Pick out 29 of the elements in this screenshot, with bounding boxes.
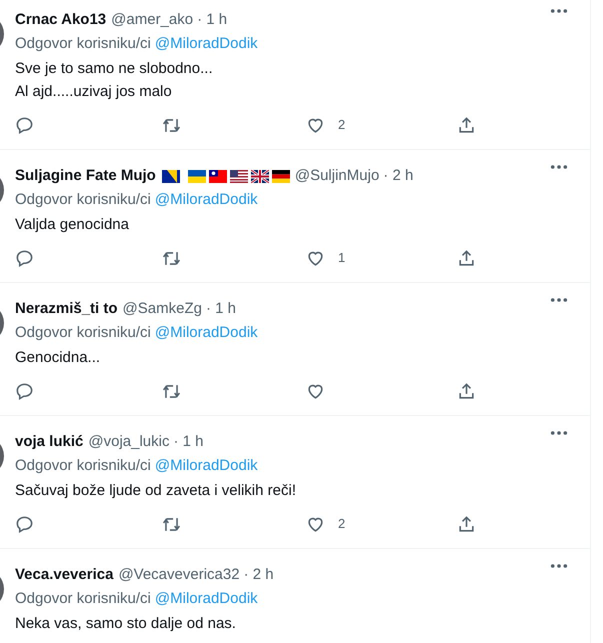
reply-label: Odgovor korisniku/ci xyxy=(15,190,151,210)
reply-label: Odgovor korisniku/ci xyxy=(15,589,151,609)
tweet-text: Al ajd.....uzivaj jos malo xyxy=(15,82,173,102)
like-count: 2 xyxy=(338,515,346,534)
user-handle[interactable]: @Vecaveverica32 xyxy=(118,565,240,585)
user-handle[interactable]: @SamkeZg xyxy=(122,299,202,319)
user-name[interactable]: voja lukić xyxy=(15,432,84,452)
user-handle[interactable]: @amer_ako xyxy=(111,10,194,30)
tweet-text: Sve je to samo ne slobodno... xyxy=(15,59,214,79)
tweet-text: Valjda genocidna xyxy=(15,215,130,235)
reply-label: Odgovor korisniku/ci xyxy=(15,456,151,476)
like-count: 1 xyxy=(338,249,346,268)
reply-label: Odgovor korisniku/ci xyxy=(15,323,151,343)
user-handle[interactable]: @voja_lukic xyxy=(88,432,170,452)
reply-label: Odgovor korisniku/ci xyxy=(15,34,151,54)
timestamp[interactable]: · 1 h xyxy=(206,299,236,319)
user-name[interactable]: Veca.veverica xyxy=(15,565,114,585)
timestamp[interactable]: · 2 h xyxy=(383,166,414,186)
timestamp[interactable]: · 2 h xyxy=(244,565,274,585)
user-name[interactable]: Suljagine Fate Mujo xyxy=(15,166,156,186)
timestamp[interactable]: · 1 h xyxy=(173,432,204,452)
tweet-text: Genocidna... xyxy=(15,348,102,368)
tweet-text: Neka vas, samo sto dalje od nas. xyxy=(15,614,237,634)
user-name[interactable]: Nerazmiš_ti to xyxy=(15,299,118,319)
timestamp[interactable]: · 1 h xyxy=(197,10,228,30)
like-count: 2 xyxy=(338,116,346,134)
user-name[interactable]: Crnac Ako13 xyxy=(15,10,106,30)
user-handle[interactable]: @SuljinMujo xyxy=(294,166,380,186)
tweet-text: Sačuvaj bože ljude od zaveta i velikih reči! xyxy=(15,481,297,501)
